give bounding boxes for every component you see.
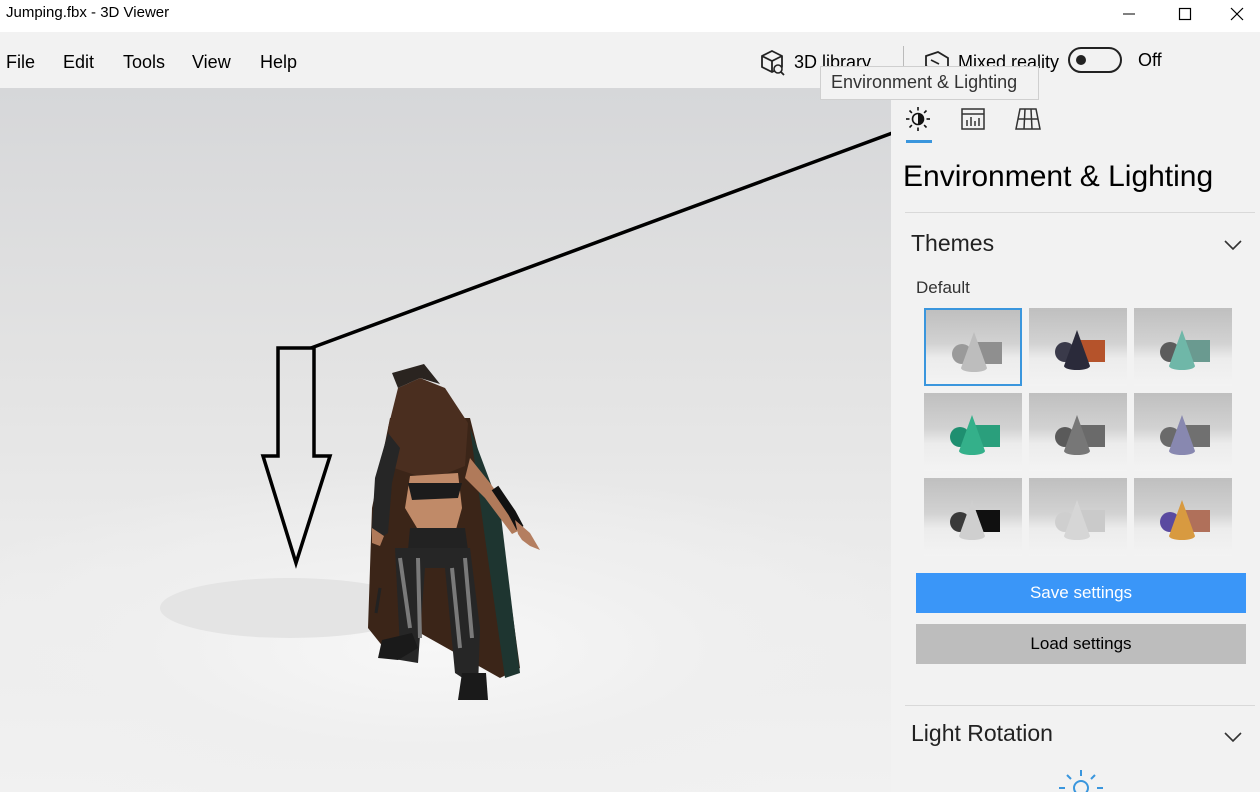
theme-preview-shapes [950, 415, 1000, 455]
themes-heading: Themes [911, 230, 995, 256]
window-title: Jumping.fbx - 3D Viewer [6, 4, 170, 21]
menu-help[interactable]: Help [260, 52, 297, 73]
load-settings-button[interactable]: Load settings [916, 624, 1246, 664]
maximize-button[interactable] [1157, 0, 1213, 28]
theme-preview-shapes [1055, 330, 1105, 370]
character-model [368, 364, 540, 700]
light-rotation-section-header[interactable]: Light Rotation [891, 710, 1260, 760]
close-button[interactable] [1213, 0, 1260, 28]
theme-preview-shapes [1055, 500, 1105, 540]
theme-thumbnail[interactable] [1029, 393, 1127, 471]
theme-thumbnail[interactable] [924, 478, 1022, 556]
theme-thumbnail-grid [924, 308, 1236, 558]
active-tab-indicator [906, 140, 932, 143]
chevron-down-icon [1224, 240, 1242, 251]
theme-thumbnail[interactable] [924, 393, 1022, 471]
theme-preview-shapes [1160, 415, 1210, 455]
divider [905, 212, 1255, 213]
menu-tools[interactable]: Tools [123, 52, 165, 73]
minimize-button[interactable] [1101, 0, 1157, 28]
toggle-state-label: Off [1138, 50, 1162, 70]
tab-stats-shading[interactable] [956, 102, 990, 136]
theme-thumbnail[interactable] [1029, 308, 1127, 386]
theme-preview-shapes [952, 332, 1002, 372]
minimize-icon [1123, 13, 1135, 15]
theme-preview-shapes [1055, 415, 1105, 455]
theme-preview-shapes [950, 500, 1000, 540]
cube-icon [761, 49, 785, 76]
character-hood [388, 378, 468, 480]
divider [905, 705, 1255, 706]
tab-grid-views[interactable] [1011, 102, 1045, 136]
3d-viewport[interactable] [0, 88, 891, 792]
chevron-down-icon [1224, 732, 1242, 743]
theme-preview-shapes [1160, 330, 1210, 370]
mixed-reality-toggle[interactable] [1068, 47, 1122, 73]
close-icon [1230, 7, 1243, 21]
stats-chart-icon [961, 108, 985, 130]
tooltip: Environment & Lighting [820, 66, 1039, 100]
theme-group-label: Default [916, 278, 970, 297]
panel-title: Environment & Lighting [903, 160, 1214, 193]
light-rotation-sun-icon[interactable] [1041, 768, 1121, 792]
tab-environment-lighting[interactable] [901, 102, 935, 136]
theme-preview-shapes [1160, 500, 1210, 540]
save-settings-button[interactable]: Save settings [916, 573, 1246, 613]
annotation-arrow [260, 131, 891, 569]
theme-thumbnail[interactable] [1134, 308, 1232, 386]
grid-perspective-icon [1015, 108, 1041, 130]
theme-thumbnail[interactable] [1134, 478, 1232, 556]
theme-thumbnail[interactable] [1029, 478, 1127, 556]
themes-section-header[interactable]: Themes [891, 218, 1260, 268]
maximize-icon [1178, 7, 1192, 21]
scene-drawing [160, 131, 891, 700]
environment-lighting-panel: Environment & Lighting Themes Default Sa… [891, 88, 1260, 792]
toggle-knob [1076, 55, 1086, 65]
theme-thumbnail[interactable] [1134, 393, 1232, 471]
light-rotation-heading: Light Rotation [911, 720, 1053, 746]
menu-view[interactable]: View [192, 52, 231, 73]
menu-file[interactable]: File [6, 52, 35, 73]
sun-icon [906, 107, 930, 131]
theme-thumbnail[interactable] [924, 308, 1022, 386]
title-bar: Jumping.fbx - 3D Viewer [0, 0, 1260, 32]
menu-edit[interactable]: Edit [63, 52, 94, 73]
